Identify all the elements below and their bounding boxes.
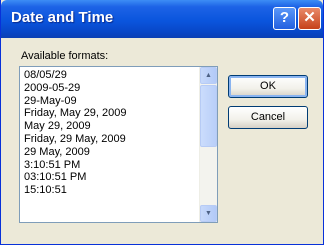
scroll-thumb[interactable] — [200, 85, 217, 147]
title-bar[interactable]: Date and Time ? ✕ — [1, 0, 323, 38]
list-item[interactable]: 29-May-09 — [24, 95, 196, 108]
available-formats-list[interactable]: 08/05/29 2009-05-29 29-May-09 Friday, Ma… — [19, 66, 218, 223]
scroll-down-icon[interactable]: ▼ — [200, 205, 217, 222]
list-item[interactable]: 08/05/29 — [24, 69, 196, 82]
format-items: 08/05/29 2009-05-29 29-May-09 Friday, Ma… — [24, 69, 196, 197]
available-formats-label: Available formats: — [21, 50, 109, 62]
vertical-scrollbar[interactable]: ▲ ▼ — [199, 67, 217, 222]
scroll-up-icon[interactable]: ▲ — [200, 67, 217, 84]
ok-button[interactable]: OK — [228, 75, 308, 98]
cancel-button[interactable]: Cancel — [228, 106, 308, 129]
list-item[interactable]: 15:10:51 — [24, 184, 196, 197]
list-item[interactable]: Friday, 29 May, 2009 — [24, 133, 196, 146]
dialog-title: Date and Time — [11, 9, 114, 26]
list-item[interactable]: 3:10:51 PM — [24, 159, 196, 172]
list-item[interactable]: 2009-05-29 — [24, 82, 196, 95]
help-icon[interactable]: ? — [273, 7, 296, 30]
close-icon[interactable]: ✕ — [298, 7, 321, 30]
list-item[interactable]: 03:10:51 PM — [24, 171, 196, 184]
list-item[interactable]: 29 May, 2009 — [24, 146, 196, 159]
list-item[interactable]: May 29, 2009 — [24, 120, 196, 133]
list-item[interactable]: Friday, May 29, 2009 — [24, 107, 196, 120]
date-and-time-dialog: Date and Time ? ✕ Available formats: 08/… — [0, 0, 324, 245]
